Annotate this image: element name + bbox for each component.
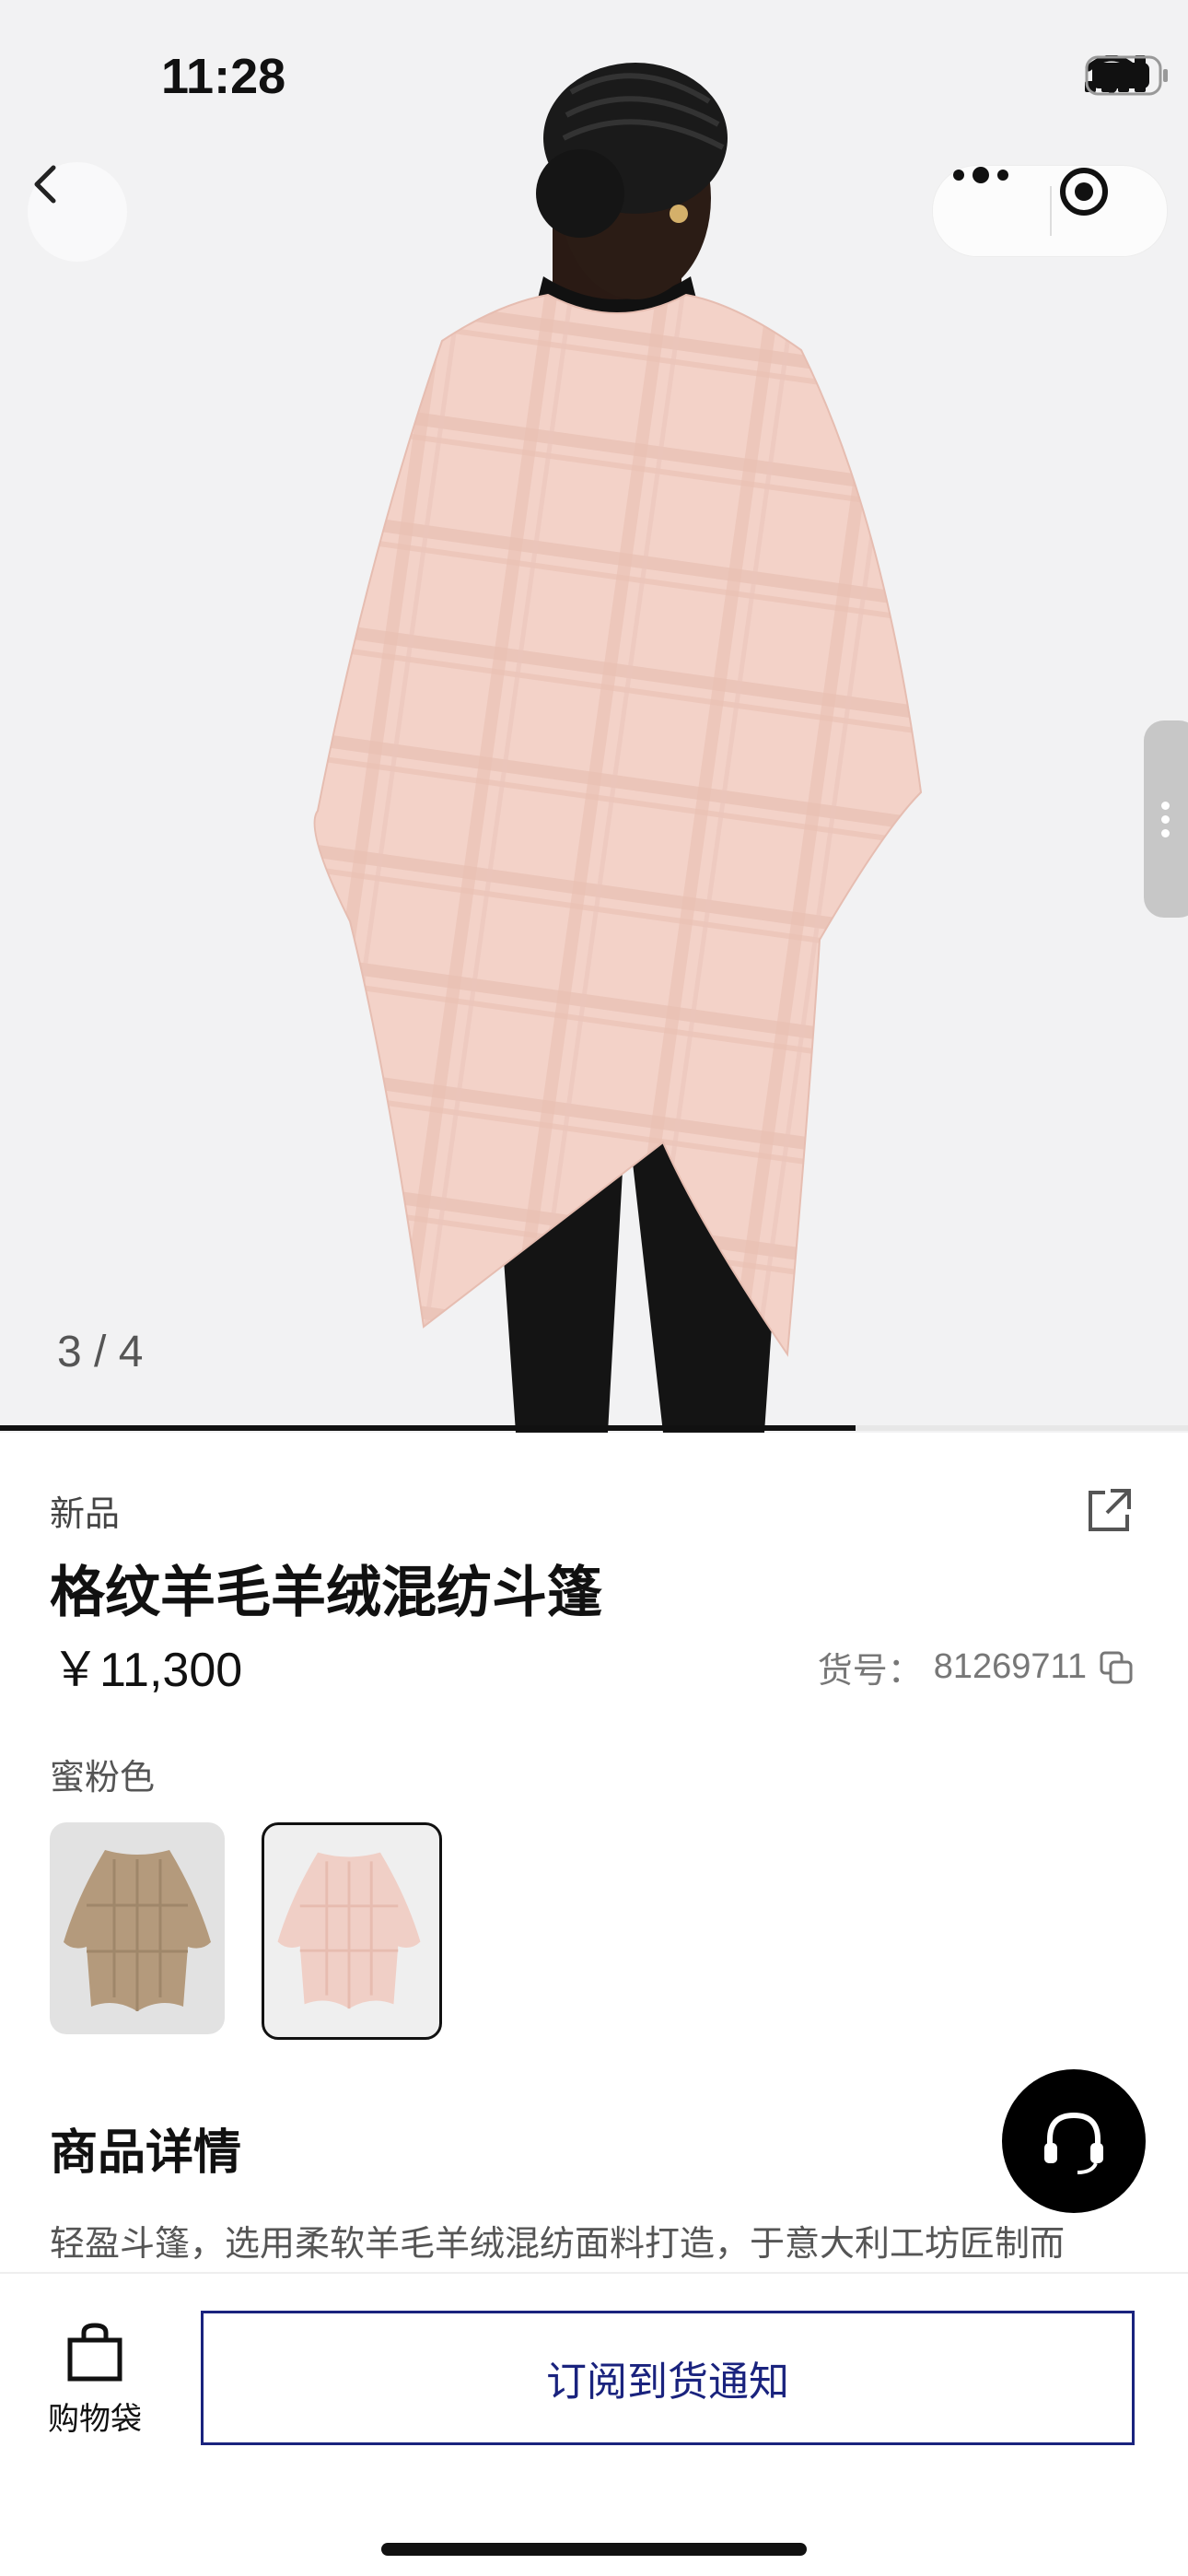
share-icon[interactable] (1083, 1485, 1135, 1537)
miniprogram-capsule (932, 165, 1168, 257)
color-swatch-blush-pink[interactable] (262, 1822, 442, 2040)
details-description: 轻盈斗篷，选用柔软羊毛羊绒混纺面料打造，于意大利工坊匠制而 (50, 2223, 1066, 2264)
sku-label: 货号： (817, 1650, 923, 1691)
target-icon (1060, 168, 1108, 216)
shopping-bag-icon (67, 2323, 122, 2382)
headset-icon (1044, 2112, 1103, 2174)
sku-info: 货号： 81269711 (818, 1642, 1135, 1692)
gallery-progress-fill (0, 1425, 856, 1431)
copy-icon[interactable] (1098, 1649, 1135, 1686)
more-dots-icon (953, 167, 1008, 183)
notify-restock-label: 订阅到货通知 (546, 2359, 789, 2406)
close-miniprogram-button[interactable] (1058, 166, 1159, 256)
handle-dot (1161, 829, 1170, 837)
handle-dot (1161, 802, 1170, 810)
swatch-pink-image (277, 1852, 421, 2009)
image-counter: 3 / 4 (57, 1328, 144, 1376)
product-image-gallery[interactable]: 3 / 4 11:28 (0, 0, 1188, 1433)
sku-number: 81269711 (933, 1647, 1087, 1686)
handle-dot (1161, 815, 1170, 824)
customer-service-button[interactable] (1002, 2069, 1146, 2213)
more-button[interactable] (951, 166, 1043, 256)
shopping-bag-button[interactable]: 购物袋 (39, 2322, 151, 2439)
battery-icon (1085, 55, 1168, 96)
product-page: 3 / 4 11:28 新品 格纹羊毛羊绒混纺斗篷 ￥11,300 货号： 81… (0, 0, 1188, 2576)
new-arrival-tag: 新品 (50, 1493, 121, 1534)
shopping-bag-label: 购物袋 (48, 2401, 142, 2438)
side-drawer-handle[interactable] (1144, 720, 1188, 918)
details-heading: 商品详情 (50, 2125, 242, 2181)
gallery-progress-track (0, 1425, 1188, 1431)
status-time: 11:28 (161, 49, 286, 104)
back-button[interactable] (28, 162, 127, 262)
product-title: 格纹羊毛羊绒混纺斗篷 (50, 1561, 602, 1625)
color-name: 蜜粉色 (50, 1757, 156, 1797)
bottom-action-bar: 购物袋 订阅到货通知 (0, 2272, 1188, 2576)
chevron-left-icon (34, 165, 56, 204)
notify-restock-button[interactable]: 订阅到货通知 (201, 2311, 1135, 2445)
swatch-beige-image (64, 1850, 211, 2011)
home-indicator (381, 2543, 807, 2556)
product-price: ￥11,300 (52, 1644, 243, 1697)
color-swatch-beige[interactable] (50, 1822, 225, 2034)
capsule-divider (1050, 186, 1052, 236)
